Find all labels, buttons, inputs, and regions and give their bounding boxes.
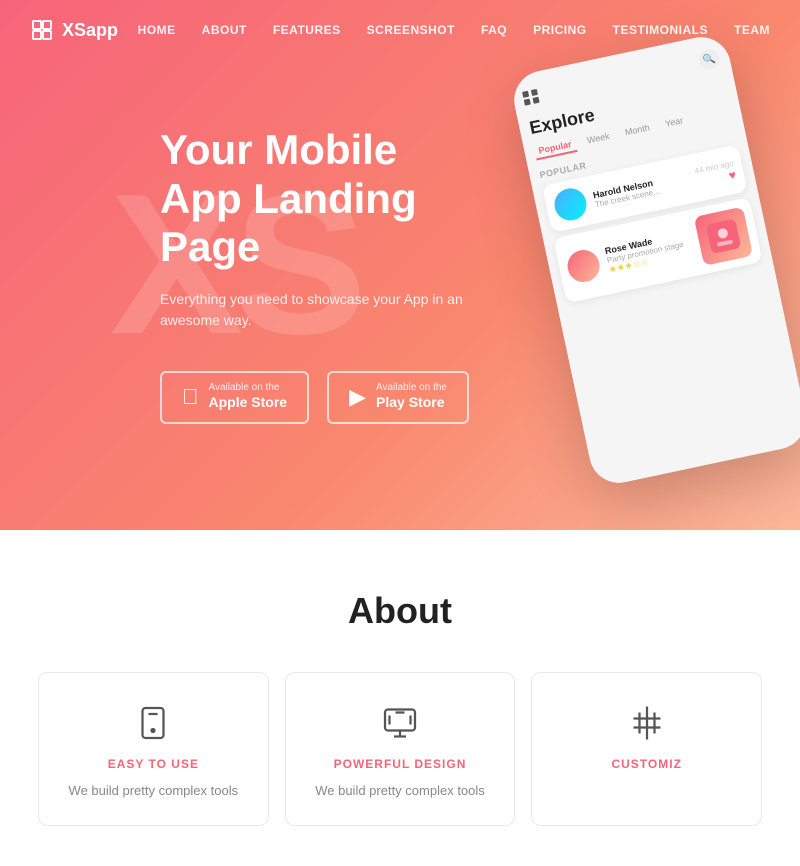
hero-section: XS Your Mobile App Landing Page Everythi… <box>0 0 800 530</box>
tab-week[interactable]: Week <box>582 128 615 150</box>
logo[interactable]: XSapp <box>30 18 118 42</box>
card-right-1: 44 min ago ♥ <box>694 158 738 189</box>
hero-subtitle: Everything you need to showcase your App… <box>160 289 500 331</box>
apple-store-button[interactable]:  Available on the Apple Store <box>160 371 309 423</box>
nav-about[interactable]: ABOUT <box>202 23 247 37</box>
card-info-2: Rose Wade Party promotion stage ★★★☆☆ <box>604 228 694 275</box>
logo-text: XSapp <box>62 20 118 41</box>
nav-testimonials[interactable]: TESTIMONIALS <box>613 23 708 37</box>
hero-buttons:  Available on the Apple Store ▶ Availab… <box>160 371 500 423</box>
avatar-2 <box>565 247 603 285</box>
phone-screen: 🔍 Explore Popular Week Month Year POPULA… <box>509 32 800 489</box>
nav-features[interactable]: FEATURES <box>273 23 341 37</box>
hero-content: Your Mobile App Landing Page Everything … <box>0 126 500 423</box>
nav-home[interactable]: HOME <box>138 23 176 37</box>
nav-links: HOME ABOUT FEATURES SCREENSHOT FAQ PRICI… <box>138 21 770 39</box>
customize-title: CUSTOMIZ <box>552 757 741 771</box>
design-icon <box>306 703 495 743</box>
apple-store-text: Available on the Apple Store <box>209 383 288 411</box>
nav-screenshot[interactable]: SCREENSHOT <box>367 23 455 37</box>
about-card-design: POWERFUL DESIGN We build pretty complex … <box>285 672 516 826</box>
phone-icon <box>59 703 248 743</box>
logo-icon <box>30 18 54 42</box>
grid-icon <box>522 89 541 106</box>
tab-year[interactable]: Year <box>660 112 689 133</box>
design-title: POWERFUL DESIGN <box>306 757 495 771</box>
tab-popular[interactable]: Popular <box>533 136 577 160</box>
navbar: XSapp HOME ABOUT FEATURES SCREENSHOT FAQ… <box>0 0 800 60</box>
about-section: About EASY TO USE We build pretty comple… <box>0 530 800 866</box>
nav-team[interactable]: TEAM <box>734 23 770 37</box>
card-image-2 <box>694 207 753 266</box>
phone-outer: 🔍 Explore Popular Week Month Year POPULA… <box>509 32 800 489</box>
design-desc: We build pretty complex tools <box>306 781 495 801</box>
android-icon: ▶ <box>349 384 366 410</box>
tab-month[interactable]: Month <box>620 120 656 143</box>
about-cards: EASY TO USE We build pretty complex tool… <box>30 672 770 826</box>
about-title: About <box>30 590 770 632</box>
phone-mockup: 🔍 Explore Popular Week Month Year POPULA… <box>490 30 800 510</box>
apple-icon:  <box>182 384 199 410</box>
about-card-easy: EASY TO USE We build pretty complex tool… <box>38 672 269 826</box>
easy-title: EASY TO USE <box>59 757 248 771</box>
nav-faq[interactable]: FAQ <box>481 23 507 37</box>
card-info-1: Harold Nelson The creek scene... <box>592 170 690 209</box>
hero-title: Your Mobile App Landing Page <box>160 126 500 271</box>
customize-icon <box>552 703 741 743</box>
nav-pricing[interactable]: PRICING <box>533 23 587 37</box>
avatar-1 <box>552 185 590 223</box>
play-store-button[interactable]: ▶ Available on the Play Store <box>327 371 469 423</box>
easy-desc: We build pretty complex tools <box>59 781 248 801</box>
play-store-text: Available on the Play Store <box>376 383 447 411</box>
about-card-customize: CUSTOMIZ <box>531 672 762 826</box>
